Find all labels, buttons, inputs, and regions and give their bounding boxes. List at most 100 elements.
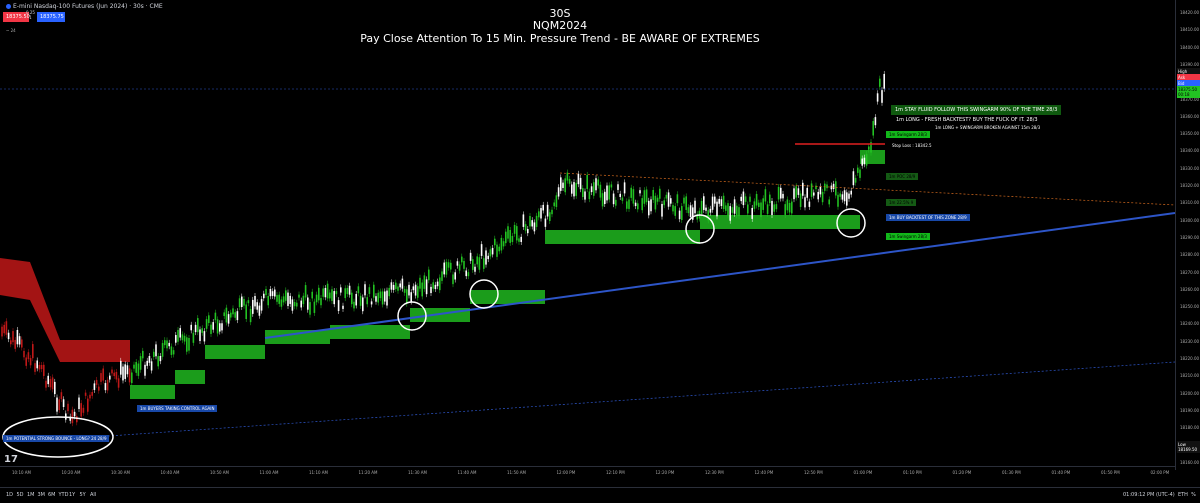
candle-body: [544, 218, 547, 227]
note-long-swingarm[interactable]: 1m LONG + SWINGARM BROKEN AGAINST 15m 28…: [932, 124, 1043, 131]
candle-body: [729, 206, 731, 221]
candle-body: [524, 224, 527, 231]
candle-body: [386, 290, 388, 306]
candle-body: [604, 191, 606, 204]
candle-body: [509, 230, 511, 243]
candle-body: [51, 377, 54, 390]
candle-body: [795, 186, 797, 198]
time-axis[interactable]: 10:10 AM 10:20 AM 10:30 AM 10:40 AM 10:50 AM…: [0, 466, 1175, 477]
candle-body: [230, 312, 232, 318]
candle-body: [705, 207, 707, 211]
candle-body: [144, 364, 146, 376]
range-button-all[interactable]: All: [90, 492, 96, 498]
lower-trendline-dotted[interactable]: [79, 361, 1175, 439]
candle-body: [300, 300, 302, 308]
candle-body: [296, 302, 298, 307]
tradingview-logo[interactable]: 17: [4, 454, 18, 465]
candle-body: [599, 184, 602, 198]
range-button-6m[interactable]: 6M: [48, 492, 56, 498]
candle-body: [390, 282, 393, 290]
range-button-1m[interactable]: 1M: [27, 492, 35, 498]
candle-body: [285, 290, 287, 301]
candle-body: [265, 288, 267, 296]
last-price-tag: 18375.50 00:18: [1177, 86, 1200, 98]
candle-body: [243, 298, 245, 306]
candle-body: [324, 288, 327, 298]
note-poc[interactable]: 1m POC 28/9: [886, 173, 919, 180]
candle-body: [111, 369, 113, 374]
price-chart[interactable]: [0, 0, 1175, 466]
note-half[interactable]: 1m 22.5% 9: [886, 199, 917, 206]
candle-body: [568, 178, 571, 184]
candle-body: [91, 392, 93, 396]
candle-body: [826, 184, 828, 189]
time-tick: 10:20 AM: [61, 470, 81, 475]
note-stop-loss[interactable]: Stop Loss : 18342.5: [889, 142, 935, 149]
candle-body: [577, 173, 580, 185]
bullish-zone: [175, 370, 205, 384]
note-stay-fluid[interactable]: 1m STAY FLUID FOLLOW THIS SWINGARM 90% O…: [891, 105, 1062, 115]
spread-display: 0.25 1: [26, 10, 35, 20]
candle-body: [216, 319, 219, 334]
candle-body: [225, 307, 228, 323]
candle-body: [575, 182, 577, 196]
candle-body: [373, 284, 375, 298]
volume-indicator[interactable]: ~ 24: [6, 28, 16, 33]
candle-body: [27, 352, 30, 360]
buy-button[interactable]: 18375.75: [37, 12, 65, 22]
candle-body: [183, 335, 186, 342]
candle-body: [676, 194, 679, 204]
range-button-5y[interactable]: 5Y: [80, 492, 86, 498]
clock[interactable]: 01:09:12 PM (UTC-4) ETH %: [1123, 492, 1196, 498]
note-swingarm-top[interactable]: 1m Swingarm 28/3: [886, 131, 930, 138]
candle-body: [342, 305, 344, 309]
candle-body: [126, 365, 129, 375]
candle-body: [247, 300, 250, 304]
candle-body: [819, 186, 822, 195]
note-buy-backtest[interactable]: 1m BUY BACKTEST OF THIS ZONE 28/9: [886, 214, 970, 221]
candle-body: [421, 282, 423, 297]
price-tick: 18250.00: [1180, 304, 1200, 310]
candle-body: [865, 154, 868, 166]
candle-body: [857, 167, 859, 173]
note-potential-bounce[interactable]: 1m POTENTIAL STRONG BOUNCE - LONG? 24 28…: [3, 435, 110, 442]
price-axis[interactable]: 18420.0018410.0018400.0018390.0018380.00…: [1175, 0, 1200, 470]
candle-body: [839, 193, 841, 197]
resistance-line-dotted[interactable]: [559, 172, 1175, 206]
candle-body: [560, 177, 562, 191]
candle-body: [344, 288, 346, 299]
candle-body: [148, 356, 151, 363]
candle-body: [716, 201, 718, 217]
range-button-5d[interactable]: 5D: [17, 492, 24, 498]
candle-body: [377, 292, 379, 303]
note-swingarm-low[interactable]: 1m Swingarm 28/3: [886, 233, 930, 240]
candle-body: [476, 256, 478, 265]
candle-body: [810, 183, 813, 197]
range-button-1y[interactable]: 1Y: [69, 492, 75, 498]
candle-body: [817, 191, 819, 200]
symbol-title[interactable]: E-mini Nasdaq-100 Futures (Jun 2024) · 3…: [6, 3, 163, 10]
price-tick: 18400.00: [1180, 44, 1200, 50]
candle-body: [87, 398, 89, 412]
candle-body: [659, 188, 661, 199]
note-buyers-control[interactable]: 1m BUYERS TAKING CONTROL AGAIN: [137, 405, 218, 412]
candle-body: [227, 314, 230, 324]
candle-body: [155, 344, 157, 357]
candle-body: [654, 195, 657, 210]
candle-body: [346, 287, 349, 294]
time-tick: 11:00 AM: [259, 470, 279, 475]
note-long-fresh[interactable]: 1m LONG - FRESH BACKTEST? BUY THE FUCK O…: [893, 116, 1041, 124]
candle-body: [529, 215, 531, 227]
candle-body: [309, 302, 311, 315]
range-button-ytd[interactable]: YTD: [59, 492, 69, 498]
candle-body: [36, 360, 38, 369]
range-button-3m[interactable]: 3M: [38, 492, 46, 498]
time-tick: 01:30 PM: [1002, 470, 1021, 475]
candle-body: [115, 371, 118, 380]
candle-body: [595, 178, 597, 191]
range-button-1d[interactable]: 1D: [6, 492, 13, 498]
candle-body: [214, 312, 217, 321]
ascending-trendline[interactable]: [264, 212, 1175, 339]
candle-body: [775, 204, 778, 210]
candle-body: [461, 256, 463, 263]
